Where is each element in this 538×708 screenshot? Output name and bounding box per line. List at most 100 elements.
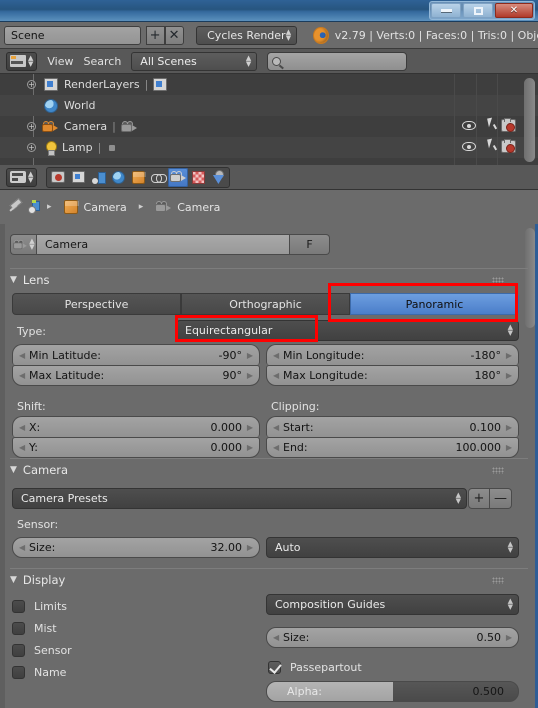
shift-x-field[interactable]: ◀ X: 0.000 ▶ — [12, 416, 260, 437]
tab-render-layers[interactable] — [68, 168, 88, 187]
increment-arrow-icon[interactable]: ▶ — [247, 423, 253, 432]
decrement-arrow-icon[interactable]: ◀ — [19, 423, 25, 432]
outliner-search-menu[interactable]: Search — [84, 55, 122, 68]
sensor-size-field[interactable]: ◀ Size: 32.00 ▶ — [12, 537, 260, 558]
maximize-button[interactable] — [463, 3, 493, 18]
restrict-view-icon[interactable] — [462, 121, 476, 130]
restrict-view-icon[interactable] — [462, 142, 476, 151]
passepartout-alpha-slider[interactable]: Alpha: 0.500 — [266, 681, 519, 702]
scene-name-field[interactable]: Scene — [4, 25, 141, 45]
browse-data-icon[interactable] — [28, 200, 41, 214]
browse-camera-data-icon[interactable]: ▲ ▼ — [10, 234, 36, 255]
decrement-arrow-icon[interactable]: ◀ — [19, 371, 25, 380]
decrement-arrow-icon[interactable]: ◀ — [19, 351, 25, 360]
outliner-display-mode-dropdown[interactable]: All Scenes ▲ ▼ — [131, 51, 258, 71]
restrict-render-icon[interactable] — [501, 139, 516, 153]
expand-icon[interactable]: + — [27, 143, 36, 152]
editor-type-selector-properties[interactable]: ▲ ▼ — [6, 167, 38, 187]
increment-arrow-icon[interactable]: ▶ — [506, 423, 512, 432]
breadcrumb-data[interactable]: Camera — [177, 201, 220, 214]
panorama-type-dropdown[interactable]: Equirectangular ▲ ▼ — [176, 320, 519, 341]
breadcrumb-object[interactable]: Camera — [84, 201, 127, 214]
minimize-button[interactable] — [431, 3, 461, 18]
pin-icon[interactable] — [8, 200, 22, 214]
lens-panel-header[interactable]: ▼ Lens — [10, 268, 528, 290]
max-latitude-field[interactable]: ◀ Max Latitude: 90° ▶ — [12, 365, 260, 386]
camera-panel-header[interactable]: ▼ Camera — [10, 458, 528, 480]
increment-arrow-icon[interactable]: ▶ — [506, 351, 512, 360]
field-value: 0.000 — [210, 441, 243, 454]
camera-type-orthographic[interactable]: Orthographic — [181, 293, 350, 315]
display-panel-header[interactable]: ▼ Display — [10, 568, 528, 590]
sensor-checkbox[interactable] — [12, 644, 25, 657]
sensor-fit-dropdown[interactable]: Auto ▲ ▼ — [266, 537, 519, 558]
chevron-updown-icon: ▲ ▼ — [507, 323, 513, 337]
passepartout-row[interactable]: Passepartout — [268, 661, 362, 674]
decrement-arrow-icon[interactable]: ◀ — [19, 443, 25, 452]
tab-world[interactable] — [108, 168, 128, 187]
increment-arrow-icon[interactable]: ▶ — [247, 371, 253, 380]
close-button[interactable]: ✕ — [495, 3, 533, 18]
render-engine-dropdown[interactable]: Cycles Render ▲ ▼ — [195, 25, 298, 45]
increment-arrow-icon[interactable]: ▶ — [506, 633, 512, 642]
tab-render[interactable] — [48, 168, 68, 187]
limits-checkbox[interactable] — [12, 600, 25, 613]
properties-header: ▲ ▼ — [0, 165, 538, 190]
row-separator: | — [97, 141, 102, 154]
decrement-arrow-icon[interactable]: ◀ — [273, 443, 279, 452]
camera-type-perspective[interactable]: Perspective — [12, 293, 181, 315]
tab-object[interactable] — [128, 168, 148, 187]
outliner-scrollbar[interactable] — [524, 78, 535, 162]
restrict-render-icon[interactable] — [501, 118, 516, 132]
tab-object-data[interactable] — [168, 167, 189, 187]
name-checkbox[interactable] — [12, 666, 25, 679]
decrement-arrow-icon[interactable]: ◀ — [273, 423, 279, 432]
tab-texture[interactable] — [208, 168, 228, 187]
min-longitude-field[interactable]: ◀ Min Longitude: -180° ▶ — [266, 344, 519, 365]
scene-actions: + ✕ — [145, 25, 184, 45]
decrement-arrow-icon[interactable]: ◀ — [273, 351, 279, 360]
decrement-arrow-icon[interactable]: ◀ — [273, 633, 279, 642]
window-titlebar: ✕ — [0, 0, 538, 22]
camera-presets-dropdown[interactable]: Camera Presets ▲ ▼ — [12, 488, 467, 509]
decrement-arrow-icon[interactable]: ◀ — [273, 371, 279, 380]
tab-constraints[interactable] — [148, 168, 168, 187]
display-size-field[interactable]: ◀ Size: 0.50 ▶ — [266, 627, 519, 648]
field-label: End: — [283, 441, 308, 454]
increment-arrow-icon[interactable]: ▶ — [247, 443, 253, 452]
shift-y-field[interactable]: ◀ Y: 0.000 ▶ — [12, 437, 260, 458]
display-limits-row[interactable]: Limits — [12, 600, 67, 613]
decrement-arrow-icon[interactable]: ◀ — [19, 543, 25, 552]
remove-scene-button[interactable]: ✕ — [164, 25, 184, 45]
display-name-row[interactable]: Name — [12, 666, 66, 679]
camera-data-icon — [155, 201, 172, 213]
max-longitude-field[interactable]: ◀ Max Longitude: 180° ▶ — [266, 365, 519, 386]
clip-end-field[interactable]: ◀ End: 100.000 ▶ — [266, 437, 519, 458]
clip-start-field[interactable]: ◀ Start: 0.100 ▶ — [266, 416, 519, 437]
increment-arrow-icon[interactable]: ▶ — [247, 351, 253, 360]
camera-data-name-field[interactable]: Camera — [36, 234, 290, 255]
tab-material[interactable] — [188, 168, 208, 187]
field-label: Min Latitude: — [29, 348, 101, 362]
editor-type-selector-outliner[interactable]: ▲ ▼ — [6, 51, 38, 71]
mist-checkbox[interactable] — [12, 622, 25, 635]
outliner-search-input[interactable] — [267, 51, 408, 71]
display-mist-row[interactable]: Mist — [12, 622, 57, 635]
expand-icon[interactable]: + — [27, 80, 36, 89]
min-latitude-field[interactable]: ◀ Min Latitude: -90° ▶ — [12, 344, 260, 365]
increment-arrow-icon[interactable]: ▶ — [247, 543, 253, 552]
outliner-view-menu[interactable]: View — [47, 55, 73, 68]
add-scene-button[interactable]: + — [145, 25, 165, 45]
passepartout-checkbox[interactable] — [268, 661, 281, 674]
tab-scene[interactable] — [88, 168, 108, 187]
remove-preset-button[interactable]: — — [490, 488, 512, 509]
display-sensor-row[interactable]: Sensor — [12, 644, 72, 657]
fake-user-button[interactable]: F — [290, 234, 330, 255]
increment-arrow-icon[interactable]: ▶ — [506, 443, 512, 452]
composition-guides-dropdown[interactable]: Composition Guides ▲ ▼ — [266, 594, 519, 615]
add-preset-button[interactable]: + — [468, 488, 490, 509]
expand-icon[interactable]: + — [27, 122, 36, 131]
increment-arrow-icon[interactable]: ▶ — [506, 371, 512, 380]
camera-type-panoramic[interactable]: Panoramic — [350, 293, 519, 315]
camera-data-name-text: Camera — [45, 238, 89, 251]
